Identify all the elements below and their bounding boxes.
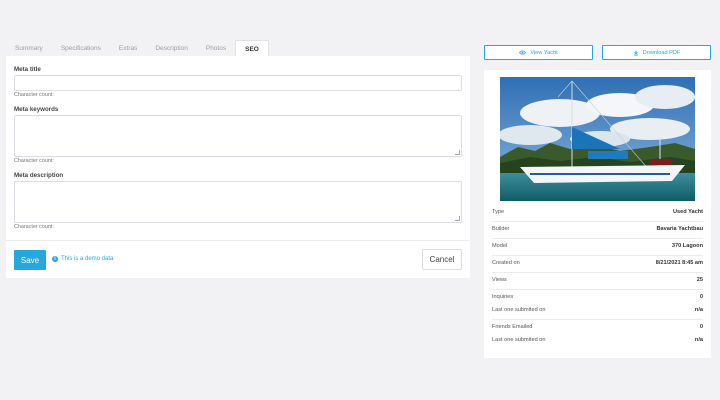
seo-form-panel: Meta title Character count: Meta keyword… (6, 56, 470, 278)
detail-value: 0 (699, 324, 703, 330)
resize-handle-icon[interactable] (455, 216, 460, 221)
download-icon (633, 50, 638, 56)
divider (6, 240, 470, 241)
detail-value: n/a (694, 307, 703, 313)
divider (492, 319, 703, 320)
divider (492, 255, 703, 256)
view-yacht-label: View Yacht (530, 49, 558, 56)
detail-label: Friends Emailed (492, 324, 533, 330)
detail-value: 25 (696, 277, 703, 283)
meta-description-label: Meta description (14, 172, 64, 179)
meta-title-char-count: Character count: (14, 92, 54, 98)
meta-keywords-textarea[interactable] (14, 115, 462, 157)
tab-photos[interactable]: Photos (197, 40, 235, 57)
eye-icon (519, 50, 527, 55)
detail-label: Created on (492, 260, 520, 266)
meta-description-textarea[interactable] (14, 181, 462, 223)
detail-value: 8/21/2021 8:45 am (655, 260, 703, 266)
info-icon: i (52, 256, 58, 262)
divider (492, 289, 703, 290)
detail-value: 0 (699, 294, 703, 300)
download-pdf-button[interactable]: Download PDF (602, 45, 711, 60)
meta-title-input[interactable] (14, 75, 462, 91)
meta-description-char-count: Character count: (14, 224, 54, 230)
tab-extras[interactable]: Extras (110, 40, 146, 57)
detail-row-views: Views 25 (492, 277, 703, 283)
detail-label: Type (492, 209, 505, 215)
detail-row-model: Model 370 Lagoon (492, 243, 703, 249)
detail-row-friends: Friends Emailed 0 (492, 324, 703, 330)
tab-bar: Summary Specifications Extras Descriptio… (6, 40, 269, 57)
yacht-info-card: Type Used Yacht Builder Bavaria Yachtbau… (484, 70, 711, 358)
detail-label: Inquiries (492, 294, 514, 300)
detail-value: Used Yacht (672, 209, 703, 215)
meta-title-label: Meta title (14, 66, 41, 73)
detail-label: Views (492, 277, 507, 283)
detail-row-builder: Builder Bavaria Yachtbau (492, 226, 703, 232)
tab-summary[interactable]: Summary (6, 40, 52, 57)
detail-row-created: Created on 8/21/2021 8:45 am (492, 260, 703, 266)
yacht-image (500, 77, 695, 201)
view-yacht-button[interactable]: View Yacht (484, 45, 593, 60)
demo-data-note: i This is a demo data (52, 254, 113, 264)
detail-label: Last one submited on (492, 337, 546, 343)
detail-row-inquiries-last: Last one submited on n/a (492, 307, 703, 313)
detail-value: 370 Lagoon (671, 243, 703, 249)
tab-specifications[interactable]: Specifications (52, 40, 110, 57)
divider (492, 238, 703, 239)
tab-description[interactable]: Description (146, 40, 197, 57)
tab-seo[interactable]: SEO (235, 40, 269, 57)
download-pdf-label: Download PDF (642, 49, 681, 56)
meta-keywords-label: Meta keywords (14, 106, 59, 113)
save-button[interactable]: Save (14, 250, 46, 270)
demo-data-text: This is a demo data (61, 256, 114, 262)
detail-label: Builder (492, 226, 510, 232)
divider (492, 221, 703, 222)
detail-value: Bavaria Yachtbau (656, 226, 703, 232)
resize-handle-icon[interactable] (455, 150, 460, 155)
detail-row-friends-last: Last one submited on n/a (492, 337, 703, 343)
detail-label: Model (492, 243, 508, 249)
detail-label: Last one submited on (492, 307, 546, 313)
detail-value: n/a (694, 337, 703, 343)
cancel-button[interactable]: Cancel (422, 249, 462, 270)
detail-row-inquiries: Inquiries 0 (492, 294, 703, 300)
detail-row-type: Type Used Yacht (492, 209, 703, 215)
meta-keywords-char-count: Character count: (14, 158, 54, 164)
divider (492, 272, 703, 273)
yacht-photo (500, 77, 695, 201)
